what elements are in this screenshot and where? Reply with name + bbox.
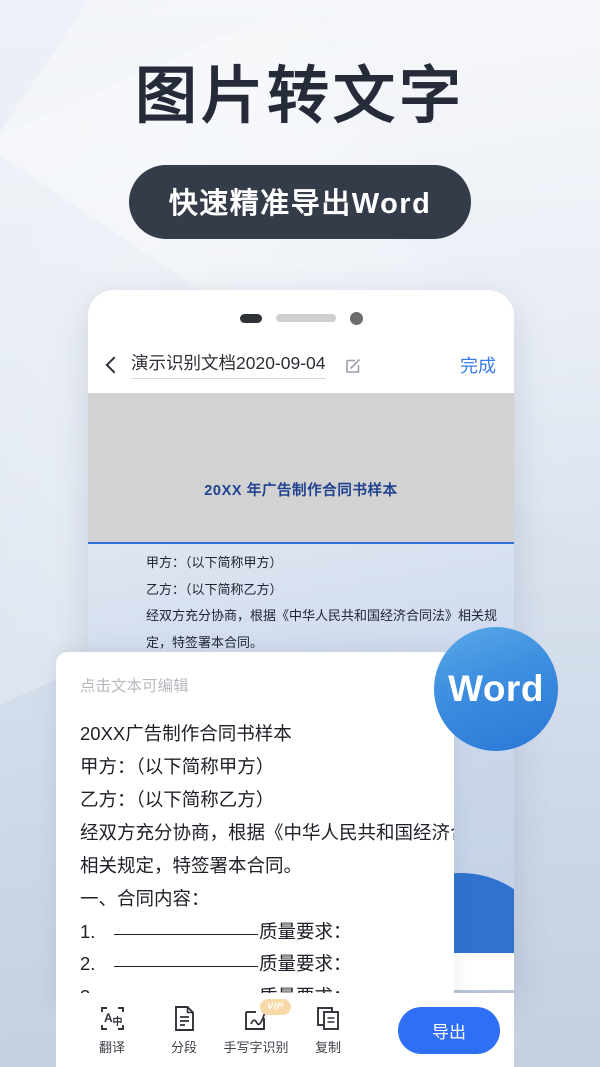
- speaker-grille-icon: [275, 314, 336, 322]
- list-number: 1.: [80, 920, 96, 942]
- editor-line[interactable]: 一、合同内容：: [80, 883, 432, 916]
- preview-line: 乙方：（以下简称乙方）: [146, 581, 283, 597]
- translate-icon: A 中: [76, 1004, 148, 1032]
- export-button[interactable]: 导出: [398, 1006, 500, 1054]
- list-suffix: 质量要求：: [259, 920, 352, 942]
- text-editor-card[interactable]: 点击文本可编辑 20XX广告制作合同书样本 甲方：（以下简称甲方） 乙方：（以下…: [56, 652, 454, 1007]
- editor-line[interactable]: 乙方：（以下简称乙方）: [80, 784, 432, 817]
- camera-lens-icon: [349, 311, 363, 325]
- tool-translate[interactable]: A 中 翻译: [76, 1004, 148, 1056]
- editor-line[interactable]: 相关规定，特签署本合同。: [80, 850, 432, 883]
- document-header-bar: 演示识别文档2020-09-04 完成: [88, 346, 514, 393]
- done-button[interactable]: 完成: [460, 352, 496, 378]
- word-format-badge: Word: [434, 627, 558, 751]
- preview-line: 甲方：（以下简称甲方）: [146, 555, 283, 570]
- page-title: 图片转文字: [134, 62, 465, 131]
- editor-body[interactable]: 20XX广告制作合同书样本 甲方：（以下简称甲方） 乙方：（以下简称乙方） 经双…: [80, 718, 454, 1007]
- edit-pencil-icon[interactable]: [345, 356, 363, 374]
- list-number: 2.: [80, 953, 96, 975]
- editor-numbered-line[interactable]: 1. 质量要求：: [80, 916, 432, 949]
- editor-numbered-line[interactable]: 2. 质量要求：: [80, 948, 432, 981]
- preview-document-title: 20XX 年广告制作合同书样本: [204, 483, 398, 499]
- paragraph-doc-icon: [148, 1004, 220, 1032]
- tool-copy[interactable]: 复制: [292, 1004, 364, 1056]
- hero-subtitle-badge: 快速精准导出Word: [128, 164, 472, 239]
- tool-label: 翻译: [98, 1040, 125, 1055]
- sensor-pill-icon: [239, 313, 262, 323]
- fill-blank-underline[interactable]: [114, 933, 258, 935]
- vip-badge: VIP: [260, 999, 291, 1015]
- fill-blank-underline[interactable]: [114, 966, 258, 968]
- editor-line[interactable]: 甲方：（以下简称甲方）: [80, 751, 432, 784]
- editor-hint-text: 点击文本可编辑: [80, 678, 189, 695]
- bottom-toolbar: A 中 翻译 分段 VIP 手写字识别 复制 导出: [56, 993, 514, 1067]
- tool-label: 复制: [314, 1040, 341, 1055]
- list-suffix: 质量要求：: [259, 953, 352, 975]
- back-chevron-icon[interactable]: [102, 355, 122, 375]
- editor-line[interactable]: 经双方充分协商，根据《中华人民共和国经济合同法》: [80, 817, 454, 850]
- tool-label: 分段: [170, 1040, 197, 1055]
- document-title-input[interactable]: 演示识别文档2020-09-04: [131, 350, 326, 379]
- tool-paragraph[interactable]: 分段: [148, 1004, 220, 1056]
- copy-icon: [292, 1004, 364, 1032]
- svg-text:中: 中: [112, 1015, 122, 1028]
- tool-handwriting[interactable]: VIP 手写字识别: [220, 999, 292, 1056]
- phone-notch: [88, 290, 514, 346]
- preview-line: 经双方充分协商，根据《中华人民共和国经济合同法》相关规: [146, 608, 498, 624]
- tool-label: 手写字识别: [223, 1040, 289, 1055]
- hero-section: 图片转文字 快速精准导出Word: [0, 0, 600, 239]
- editor-line[interactable]: 20XX广告制作合同书样本: [80, 718, 432, 751]
